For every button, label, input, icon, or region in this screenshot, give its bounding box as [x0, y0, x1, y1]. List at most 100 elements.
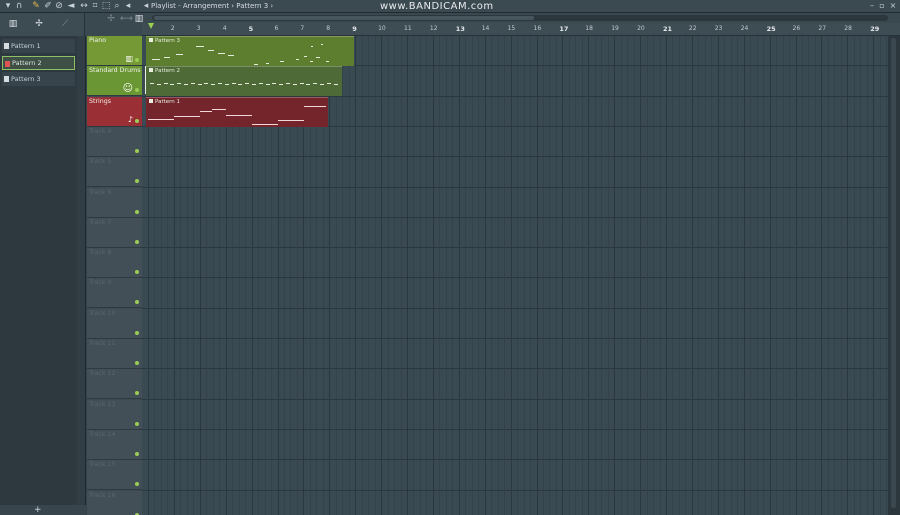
track-header[interactable]: Track 9	[87, 278, 142, 309]
track-enable-led[interactable]	[135, 451, 139, 456]
track-header[interactable]: Track 6	[87, 187, 142, 218]
view-switch-icon[interactable]: ◂	[141, 1, 151, 11]
track-enable-led[interactable]	[135, 421, 139, 426]
track-header[interactable]: Track 15	[87, 460, 142, 491]
maximize-icon[interactable]: ▫	[878, 1, 886, 11]
delete-icon[interactable]: ⊘	[54, 1, 64, 11]
track-enable-led[interactable]	[135, 391, 139, 396]
zoom-icon[interactable]: ⌕	[112, 1, 122, 11]
note-mark	[212, 108, 226, 110]
pattern-clip[interactable]: Pattern 1	[146, 96, 328, 127]
grid-line	[355, 36, 356, 515]
grid-line	[342, 36, 343, 515]
track-header[interactable]: Track 8	[87, 248, 142, 279]
pattern-clip[interactable]: Pattern 3	[146, 36, 354, 66]
vertical-scroll-thumb[interactable]	[891, 38, 896, 508]
brush-icon[interactable]: ✐	[43, 1, 53, 11]
zoom-h-icon[interactable]: ⟷	[120, 14, 133, 24]
clip-label-text: Pattern 1	[155, 98, 181, 105]
select-icon[interactable]: ⬚	[101, 1, 111, 11]
note-mark	[333, 84, 338, 86]
track-enable-led[interactable]	[135, 148, 139, 153]
grid-line	[614, 36, 615, 515]
ruler-bar-number: 28	[844, 25, 852, 32]
song-position-marker[interactable]	[148, 23, 154, 29]
audio-picker-icon[interactable]: ✢	[32, 18, 46, 30]
note-mark	[196, 46, 204, 47]
clip-menu-icon[interactable]	[149, 68, 153, 73]
track-header[interactable]: Standard Drums ☺	[87, 66, 142, 97]
picker-scrollbar[interactable]	[77, 36, 85, 506]
track-header[interactable]: Track 13	[87, 399, 142, 430]
clip-menu-icon[interactable]	[149, 98, 153, 103]
magnet-icon[interactable]: ∩	[14, 1, 24, 11]
note-mark	[231, 83, 236, 85]
horizontal-scrollbar[interactable]	[152, 15, 888, 21]
grid-line	[880, 36, 881, 515]
note-mark	[197, 84, 202, 86]
note-mark	[278, 119, 304, 121]
grid-line	[757, 36, 758, 515]
mute-icon[interactable]: ◄	[66, 1, 76, 11]
grid-line	[426, 36, 427, 515]
slice-icon[interactable]: ⌗	[90, 1, 100, 11]
track-header[interactable]: Track 16	[87, 490, 142, 515]
horizontal-scroll-thumb[interactable]	[154, 16, 534, 20]
playlist-grid[interactable]: Pattern 3 Pattern 2 Pattern 1	[142, 36, 888, 515]
options-arrow-icon[interactable]: ▾	[3, 1, 13, 11]
track-header[interactable]: Track 11	[87, 339, 142, 369]
pattern-item[interactable]: Pattern 2	[2, 55, 75, 70]
timeline-ruler[interactable]: 2 3 4 5 6 7 8 9 10 11 12 13 14 15 16 17 18 19 20 21 22 23 24 25…	[142, 23, 900, 36]
grid-line	[847, 36, 848, 515]
pattern-item[interactable]: Pattern 1	[2, 39, 75, 53]
track-enable-led[interactable]	[135, 482, 139, 487]
slip-icon[interactable]: ↔	[79, 1, 89, 11]
track-enable-led[interactable]	[135, 361, 139, 365]
playback-icon[interactable]: ◂	[123, 1, 133, 11]
grid-line	[543, 36, 544, 515]
piano-picker-icon[interactable]: ▥	[6, 18, 20, 30]
grid-line	[705, 36, 706, 515]
track-header[interactable]: Track 5	[87, 157, 142, 188]
vertical-scrollbar[interactable]	[888, 36, 900, 515]
track-enable-led[interactable]	[135, 239, 139, 244]
grid-line	[511, 36, 512, 515]
track-enable-led[interactable]	[135, 330, 139, 335]
track-name: Piano	[89, 37, 107, 44]
ruler-bar-number: 10	[378, 25, 386, 32]
grid-line	[349, 36, 350, 515]
grid-line	[724, 36, 725, 515]
grid-line	[478, 36, 479, 515]
automation-picker-icon[interactable]: ⟋	[58, 18, 72, 30]
track-header[interactable]: Track 14	[87, 429, 142, 460]
track-header[interactable]: Track 10	[87, 308, 142, 339]
track-header[interactable]: Track 4	[87, 126, 142, 157]
track-name: Track 11	[89, 340, 116, 347]
track-divider	[142, 338, 888, 339]
add-pattern-button[interactable]: +	[34, 505, 42, 515]
track-header[interactable]: Piano ▥	[87, 36, 142, 66]
pencil-icon[interactable]: ✎	[31, 1, 41, 11]
grid-line	[439, 36, 440, 515]
snap-icon[interactable]: ✢	[106, 14, 116, 24]
clip-menu-icon[interactable]	[149, 38, 153, 42]
track-header[interactable]: Track 7	[87, 217, 142, 248]
track-enable-led[interactable]	[135, 179, 139, 184]
note-mark	[313, 83, 318, 85]
track-header[interactable]: Strings ♪	[87, 96, 142, 127]
track-enable-led[interactable]	[135, 88, 139, 93]
grid-line	[524, 36, 525, 515]
track-enable-led[interactable]	[135, 118, 139, 123]
track-enable-led[interactable]	[135, 209, 139, 214]
track-enable-led[interactable]	[135, 300, 139, 305]
note-mark	[177, 83, 182, 85]
track-enable-led[interactable]	[135, 58, 139, 62]
pattern-clip[interactable]: Pattern 2	[146, 66, 342, 97]
track-name: Track 10	[89, 309, 116, 317]
track-enable-led[interactable]	[135, 270, 139, 275]
minimize-icon[interactable]: –	[868, 1, 876, 11]
note-mark	[204, 83, 209, 85]
pattern-item[interactable]: Pattern 3	[2, 72, 75, 86]
close-icon[interactable]: ×	[889, 1, 897, 11]
track-header[interactable]: Track 12	[87, 369, 142, 400]
